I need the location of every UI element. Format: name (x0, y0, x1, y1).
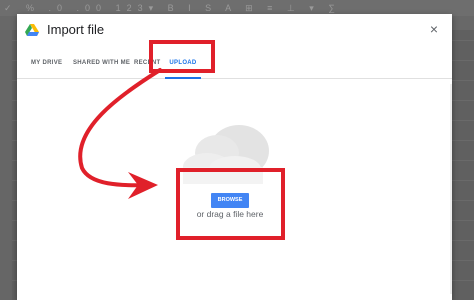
tab-shared-with-me[interactable]: Shared with me (73, 48, 130, 78)
dialog-title: Import file (47, 22, 105, 37)
close-icon[interactable]: × (426, 21, 442, 37)
scrollbar[interactable] (450, 84, 452, 294)
dialog-header: Import file × (17, 14, 452, 48)
tab-bar: My Drive Shared with me Recent Upload (17, 48, 452, 79)
browse-button[interactable]: BROWSE (211, 193, 249, 208)
google-drive-icon (25, 24, 39, 36)
cloud-illustration (183, 125, 269, 184)
drag-file-hint: or drag a file here (196, 209, 264, 219)
tab-upload[interactable]: Upload (165, 48, 201, 79)
tab-my-drive[interactable]: My Drive (31, 48, 62, 78)
background-row-header (0, 30, 12, 300)
tab-recent[interactable]: Recent (134, 48, 164, 78)
import-file-dialog: Import file × My Drive Shared with me Re… (17, 14, 452, 300)
